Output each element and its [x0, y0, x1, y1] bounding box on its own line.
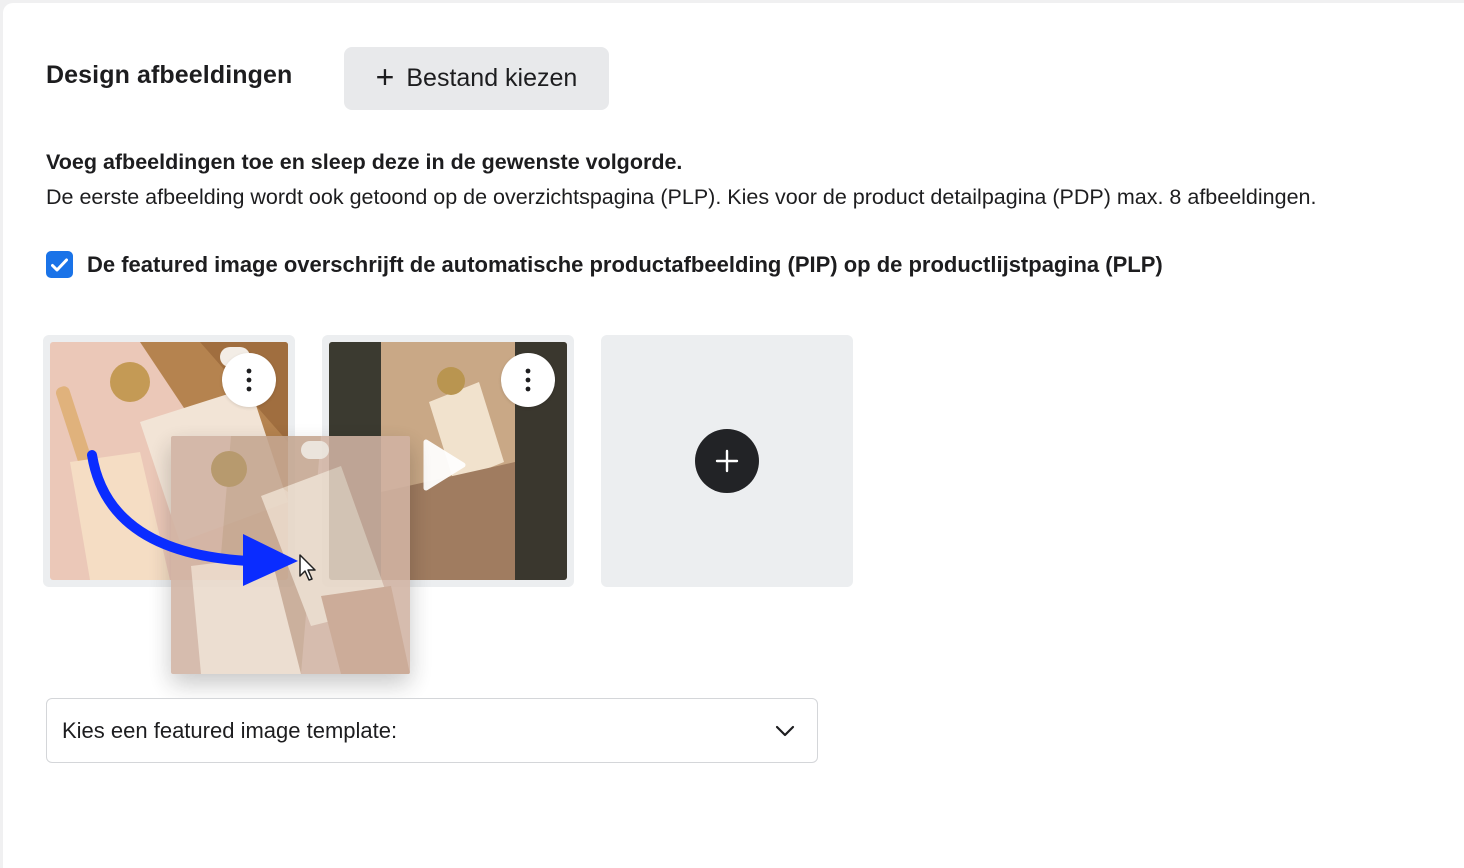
more-vertical-icon [525, 368, 531, 392]
plus-icon: + [375, 59, 395, 95]
section-title: Design afbeeldingen [46, 61, 293, 89]
featured-template-select[interactable]: Kies een featured image template: [46, 698, 818, 763]
dragged-image-preview[interactable] [171, 436, 410, 674]
mouse-cursor-icon [299, 554, 316, 581]
add-image-button[interactable] [695, 429, 759, 493]
design-images-panel: Design afbeeldingen + Bestand kiezen Voe… [3, 3, 1464, 868]
check-icon [51, 258, 68, 271]
image-options-button[interactable] [222, 353, 276, 407]
featured-image-checkbox-label[interactable]: De featured image overschrijft de automa… [87, 252, 1163, 278]
more-vertical-icon [246, 368, 252, 392]
choose-file-button[interactable]: + Bestand kiezen [344, 47, 609, 110]
featured-template-select-label: Kies een featured image template: [62, 717, 398, 743]
instructions-heading: Voeg afbeeldingen toe en sleep deze in d… [46, 150, 683, 174]
plus-icon [715, 449, 739, 473]
chevron-down-icon [775, 725, 795, 736]
video-options-button[interactable] [501, 353, 555, 407]
choose-file-label: Bestand kiezen [406, 64, 578, 92]
featured-image-checkbox[interactable] [46, 251, 73, 278]
add-image-tile[interactable] [601, 335, 853, 587]
featured-image-option: De featured image overschrijft de automa… [46, 251, 1163, 278]
play-icon[interactable] [422, 439, 466, 491]
instructions-text: De eerste afbeelding wordt ook getoond o… [46, 185, 1317, 209]
